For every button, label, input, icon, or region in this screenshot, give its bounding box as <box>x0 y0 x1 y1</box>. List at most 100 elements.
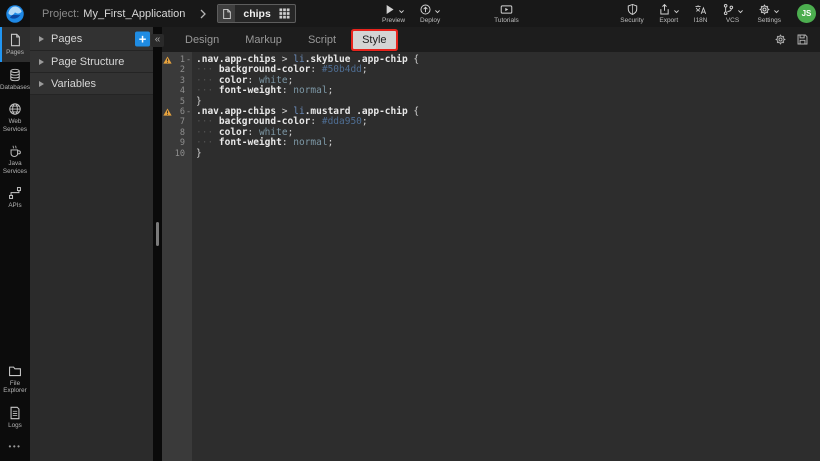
sidebar-item-pages[interactable]: Pages <box>0 27 30 62</box>
settings-icon <box>758 3 771 16</box>
tool-label: Settings <box>758 17 782 24</box>
topbar-tool-vcs[interactable]: VCS <box>722 3 744 24</box>
line-number: 5 <box>172 97 185 107</box>
shield-icon <box>626 3 639 16</box>
gutter-spacer <box>162 117 172 127</box>
line-number: 7 <box>172 117 185 127</box>
chevron-down-icon <box>671 8 680 16</box>
chevron-right-icon <box>199 8 207 20</box>
fold-spacer <box>185 117 192 127</box>
tab-style[interactable]: Style <box>353 31 395 49</box>
chevron-right-icon <box>39 81 44 87</box>
code-line-9[interactable]: 9··· font-weight: normal; <box>162 138 820 148</box>
page-tab-label: chips <box>235 8 278 20</box>
code-line-10[interactable]: 10} <box>162 149 820 159</box>
topbar-tool-settings[interactable]: Settings <box>758 3 782 24</box>
panel-section-label: Pages <box>51 33 82 45</box>
fold-spacer <box>185 149 192 159</box>
topbar-action-preview[interactable]: Preview <box>382 3 405 24</box>
tab-design[interactable]: Design <box>176 31 228 49</box>
gutter-spacer <box>162 138 172 148</box>
sidebar-item-web-services[interactable]: Web Services <box>0 96 30 138</box>
fold-spacer <box>185 76 192 86</box>
editor-settings-gear-icon[interactable] <box>774 33 787 46</box>
editor-toolbar <box>774 33 809 46</box>
add-page-button[interactable]: + <box>135 31 150 46</box>
app-logo[interactable] <box>0 0 30 27</box>
topbar-tool-security[interactable]: Security <box>620 3 643 24</box>
user-avatar[interactable]: JS <box>797 4 816 23</box>
tool-label: Security <box>620 17 643 24</box>
icon-row <box>758 3 780 16</box>
topbar-actions: Preview Deploy Tutorials <box>375 0 526 27</box>
project-label: Project: <box>42 8 79 20</box>
sidebar-item-label: Databases <box>0 84 30 92</box>
chevron-down-icon <box>396 8 405 16</box>
folder-icon <box>8 364 22 378</box>
editor-tabbar: Design Markup Script Style <box>162 27 820 52</box>
css-code-editor[interactable]: 1-.nav.app-chips > li.skyblue .app-chip … <box>162 52 820 461</box>
icon-row <box>383 3 405 16</box>
collapse-panel-button[interactable]: « <box>151 34 164 47</box>
action-label: Deploy <box>420 17 440 24</box>
sidebar-item-databases[interactable]: Databases <box>0 62 30 97</box>
panel-section-pages[interactable]: Pages + <box>30 27 153 51</box>
gutter-spacer <box>162 149 172 159</box>
pages-icon <box>8 33 22 47</box>
export-icon <box>658 3 671 16</box>
splitter-handle[interactable] <box>156 222 159 246</box>
topbar-tools: Security Export I18N VCS Settings <box>613 0 788 27</box>
topbar-tool-i18n[interactable]: I18N <box>694 3 708 24</box>
gutter-spacer <box>162 76 172 86</box>
panel-section-label: Variables <box>51 78 96 90</box>
sidebar-item-java-services[interactable]: Java Services <box>0 138 30 180</box>
code-line-4[interactable]: 4··· font-weight: normal; <box>162 86 820 96</box>
tool-label: I18N <box>694 17 708 24</box>
tab-script[interactable]: Script <box>299 31 345 49</box>
tool-label: VCS <box>726 17 739 24</box>
sidebar-item-file-explorer[interactable]: File Explorer <box>0 358 30 400</box>
warning-icon <box>162 107 172 117</box>
sidebar-item-logs[interactable]: Logs <box>0 400 30 435</box>
line-number: 10 <box>172 149 185 159</box>
line-number: 1 <box>172 55 185 65</box>
line-number: 6 <box>172 107 185 117</box>
vcs-icon <box>722 3 735 16</box>
sidebar-top-group: Pages Databases Web Services Java ServicesA… <box>0 27 30 215</box>
grid-icon[interactable] <box>279 8 295 19</box>
page-file-icon <box>218 5 235 22</box>
fold-marker[interactable]: - <box>185 107 192 117</box>
gutter-spacer <box>162 97 172 107</box>
panel-section-variables[interactable]: Variables <box>30 73 153 95</box>
sidebar-item-apis[interactable]: APIs <box>0 180 30 215</box>
globe-icon <box>8 102 22 116</box>
chevron-right-icon <box>39 59 44 65</box>
editor-area: Design Markup Script Style 1-.nav.app-chips… <box>162 27 820 461</box>
open-page-tab[interactable]: chips <box>217 4 295 23</box>
sidebar-item-label: Pages <box>6 49 24 57</box>
project-name[interactable]: My_First_Application <box>83 8 185 20</box>
chevron-right-icon <box>39 36 44 42</box>
fold-marker[interactable]: - <box>185 55 192 65</box>
topbar: Project: My_First_Application chips Previ… <box>0 0 820 27</box>
icon-row <box>626 3 639 16</box>
gutter-spacer <box>162 65 172 75</box>
database-icon <box>8 68 22 82</box>
tool-label: Export <box>659 17 678 24</box>
topbar-tool-export[interactable]: Export <box>658 3 680 24</box>
sidebar-item-label: Web Services <box>0 118 30 133</box>
gutter-spacer <box>162 86 172 96</box>
panel-splitter[interactable]: « <box>153 27 162 461</box>
line-number: 2 <box>172 65 185 75</box>
fold-spacer <box>185 86 192 96</box>
fold-spacer <box>185 138 192 148</box>
sidebar-more-button[interactable]: ••• <box>0 434 30 461</box>
wavemaker-logo-icon <box>5 4 25 24</box>
tab-markup[interactable]: Markup <box>236 31 291 49</box>
topbar-action-deploy[interactable]: Deploy <box>419 3 441 24</box>
code-text: ··· font-weight: normal; <box>192 138 333 148</box>
topbar-action-tutorials[interactable]: Tutorials <box>494 3 519 24</box>
panel-section-page-structure[interactable]: Page Structure <box>30 51 153 73</box>
java-icon <box>8 144 22 158</box>
save-icon[interactable] <box>796 33 809 46</box>
